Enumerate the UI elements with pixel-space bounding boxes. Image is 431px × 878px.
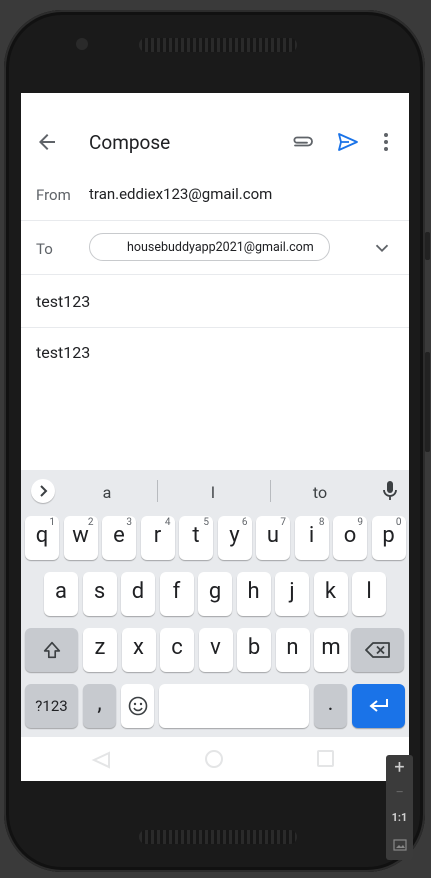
bottom-speaker [139,830,297,844]
emoji-key[interactable] [121,684,154,728]
screen: Compose From tran.eddiex123@gmail.com To… [21,93,409,781]
mic-icon[interactable] [381,480,399,502]
key-v[interactable]: v [198,628,233,672]
key-o[interactable]: o9 [333,516,367,560]
to-label: To [36,240,53,258]
zoom-out-button[interactable]: − [386,783,413,807]
backspace-key[interactable] [351,628,404,672]
enter-icon [368,699,388,712]
suggestion-divider [157,480,158,502]
screenshot-icon[interactable] [386,837,413,861]
keyboard: a l to q1w2e3r4t5y6u7i8o9p0 asdfghjkl zx… [21,470,409,737]
send-icon[interactable] [335,130,361,154]
top-speaker [139,38,297,52]
key-t[interactable]: t5 [179,516,213,560]
from-label: From [36,186,71,204]
symbols-key[interactable]: ?123 [25,684,78,728]
paperclip-icon[interactable] [290,130,316,154]
key-q[interactable]: q1 [25,516,59,560]
comma-key[interactable]: , [83,684,116,728]
key-a[interactable]: a [44,572,78,616]
volume-button[interactable] [425,232,430,260]
key-r[interactable]: r4 [140,516,175,560]
power-button[interactable] [425,352,430,452]
more-vert-icon[interactable] [379,130,393,154]
nav-recents-icon[interactable] [317,750,334,767]
zoom-actual-size-button[interactable]: 1:1 [386,811,413,835]
key-e[interactable]: e3 [102,516,136,560]
navigation-bar [21,737,409,781]
chevron-down-icon[interactable] [371,237,393,259]
body-field[interactable]: test123 [36,343,90,362]
nav-back-icon[interactable] [91,751,111,769]
key-z[interactable]: z [83,628,117,672]
key-i[interactable]: i8 [294,516,329,560]
suggestion-2[interactable]: l [193,483,233,502]
key-x[interactable]: x [121,628,156,672]
key-s[interactable]: s [82,572,117,616]
emoji-icon [128,696,147,716]
shift-icon [43,641,60,659]
suggestion-divider [270,480,271,502]
key-f[interactable]: f [159,572,194,616]
recipient-address: housebuddyapp2021@gmail.com [127,240,314,255]
key-b[interactable]: b [237,628,271,672]
from-address[interactable]: tran.eddiex123@gmail.com [89,185,272,203]
key-g[interactable]: g [198,572,232,616]
to-row[interactable]: To housebuddyapp2021@gmail.com [21,221,409,275]
space-key[interactable] [159,684,309,728]
subject-field[interactable]: test123 [36,292,90,311]
key-l[interactable]: l [352,572,386,616]
key-m[interactable]: m [314,628,348,672]
shift-key[interactable] [25,628,78,672]
key-k[interactable]: k [313,572,348,616]
key-w[interactable]: w2 [63,516,98,560]
key-u[interactable]: u7 [256,516,290,560]
enter-key[interactable] [352,684,405,728]
chevron-right-icon[interactable] [31,479,55,503]
back-arrow-icon[interactable] [35,130,59,154]
nav-home-icon[interactable] [205,750,223,768]
key-c[interactable]: c [160,628,194,672]
emulator-zoom-controls: + − 1:1 [386,755,413,860]
recipient-chip[interactable]: housebuddyapp2021@gmail.com [89,233,330,261]
key-y[interactable]: y6 [217,516,252,560]
backspace-icon [364,642,390,658]
from-row[interactable]: From tran.eddiex123@gmail.com [21,168,409,221]
key-h[interactable]: h [236,572,271,616]
key-j[interactable]: j [275,572,309,616]
key-n[interactable]: n [275,628,310,672]
subject-row[interactable]: test123 [21,275,409,328]
suggestion-bar: a l to [21,470,409,512]
zoom-in-button[interactable]: + [386,757,413,781]
key-p[interactable]: p0 [371,516,406,560]
suggestion-3[interactable]: to [300,483,340,502]
period-key[interactable]: . [314,684,347,728]
suggestion-1[interactable]: a [87,483,127,502]
front-camera [76,38,88,50]
page-title: Compose [89,131,171,154]
key-d[interactable]: d [121,572,155,616]
